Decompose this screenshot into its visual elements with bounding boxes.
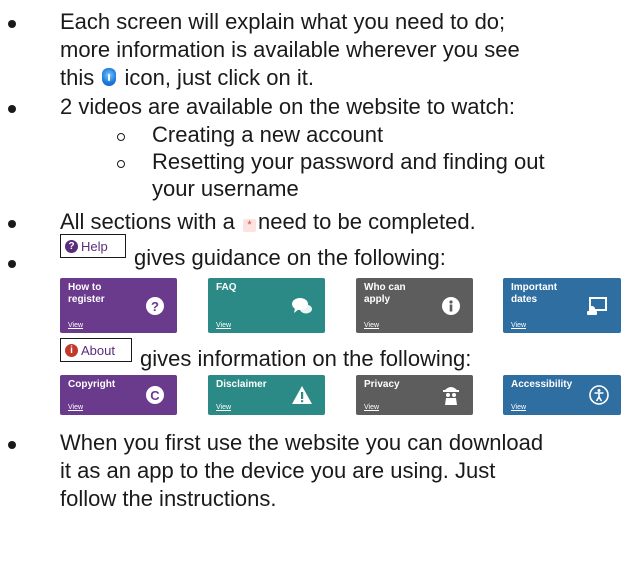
info-icon[interactable] bbox=[102, 68, 117, 86]
tile-title: Who can apply bbox=[364, 282, 406, 305]
svg-text:?: ? bbox=[151, 299, 159, 314]
tile-title: How to register bbox=[68, 282, 105, 305]
instruction-line: 2 videos are available on the website to… bbox=[60, 94, 515, 119]
tile-view-link[interactable]: View bbox=[68, 322, 83, 329]
about-tile-accessibility[interactable]: Accessibility View bbox=[503, 375, 621, 415]
screen-share-icon bbox=[587, 296, 607, 315]
copyright-icon: C bbox=[146, 386, 164, 404]
tile-title: Important dates bbox=[511, 282, 558, 305]
tile-title: Copyright bbox=[68, 379, 116, 390]
sub-bullet-point bbox=[117, 160, 125, 168]
bullet-point bbox=[8, 260, 16, 268]
tile-title: Privacy bbox=[364, 379, 400, 390]
bullet-point bbox=[8, 220, 16, 228]
instruction-line: gives information on the following: bbox=[140, 346, 472, 371]
bullet-point bbox=[8, 20, 16, 28]
help-tile-how-to-register[interactable]: How to register View ? bbox=[60, 278, 177, 333]
tile-title: Disclaimer bbox=[216, 379, 267, 390]
about-tile-disclaimer[interactable]: Disclaimer View bbox=[208, 375, 325, 415]
video-item: your username bbox=[152, 176, 299, 201]
instruction-line: When you first use the website you can d… bbox=[60, 430, 544, 455]
video-item: Creating a new account bbox=[152, 122, 384, 147]
info-icon bbox=[442, 296, 460, 315]
help-button-label: Help bbox=[81, 238, 108, 254]
about-button[interactable]: i About bbox=[60, 338, 132, 362]
instruction-line: more information is available wherever y… bbox=[60, 37, 520, 62]
about-tile-privacy[interactable]: Privacy View bbox=[356, 375, 473, 415]
instruction-text: All sections with a bbox=[60, 209, 241, 234]
info-circle-icon: i bbox=[65, 343, 78, 357]
about-button-label: About bbox=[81, 342, 115, 358]
help-button[interactable]: ? Help bbox=[60, 234, 126, 258]
bullet-point bbox=[8, 441, 16, 449]
help-tile-faq[interactable]: FAQ View bbox=[208, 278, 325, 333]
about-tile-copyright[interactable]: Copyright View C bbox=[60, 375, 177, 415]
instruction-line: gives guidance on the following: bbox=[134, 245, 446, 270]
svg-text:C: C bbox=[150, 388, 160, 403]
help-tile-important-dates[interactable]: Important dates View bbox=[503, 278, 621, 333]
instruction-line: All sections with a * need to be complete… bbox=[60, 208, 476, 236]
instruction-text: icon, just click on it. bbox=[118, 65, 314, 90]
instruction-line: it as an app to the device you are using… bbox=[60, 458, 496, 483]
instruction-text: need to be completed. bbox=[257, 209, 476, 234]
tile-view-link[interactable]: View bbox=[216, 404, 231, 411]
tile-view-link[interactable]: View bbox=[68, 404, 83, 411]
sub-bullet-point bbox=[117, 133, 125, 141]
tile-view-link[interactable]: View bbox=[511, 404, 526, 411]
instruction-text: this bbox=[60, 65, 101, 90]
tile-view-link[interactable]: View bbox=[364, 404, 379, 411]
instruction-line: this icon, just click on it. bbox=[60, 64, 314, 92]
bullet-point bbox=[8, 105, 16, 113]
tile-title: Accessibility bbox=[511, 379, 573, 390]
tile-title: FAQ bbox=[216, 282, 237, 293]
warning-icon bbox=[292, 386, 312, 404]
instruction-line: Each screen will explain what you need t… bbox=[60, 9, 506, 34]
chat-bubbles-icon bbox=[292, 297, 312, 313]
required-star-icon: * bbox=[242, 219, 256, 232]
accessibility-icon bbox=[589, 385, 609, 405]
question-icon: ? bbox=[146, 296, 164, 315]
tile-view-link[interactable]: View bbox=[216, 322, 231, 329]
instruction-line: follow the instructions. bbox=[60, 486, 277, 511]
tile-view-link[interactable]: View bbox=[364, 322, 379, 329]
privacy-icon bbox=[443, 387, 459, 405]
question-circle-icon: ? bbox=[65, 239, 78, 253]
tile-view-link[interactable]: View bbox=[511, 322, 526, 329]
video-item: Resetting your password and finding out bbox=[152, 149, 545, 174]
help-tile-who-can-apply[interactable]: Who can apply View bbox=[356, 278, 473, 333]
